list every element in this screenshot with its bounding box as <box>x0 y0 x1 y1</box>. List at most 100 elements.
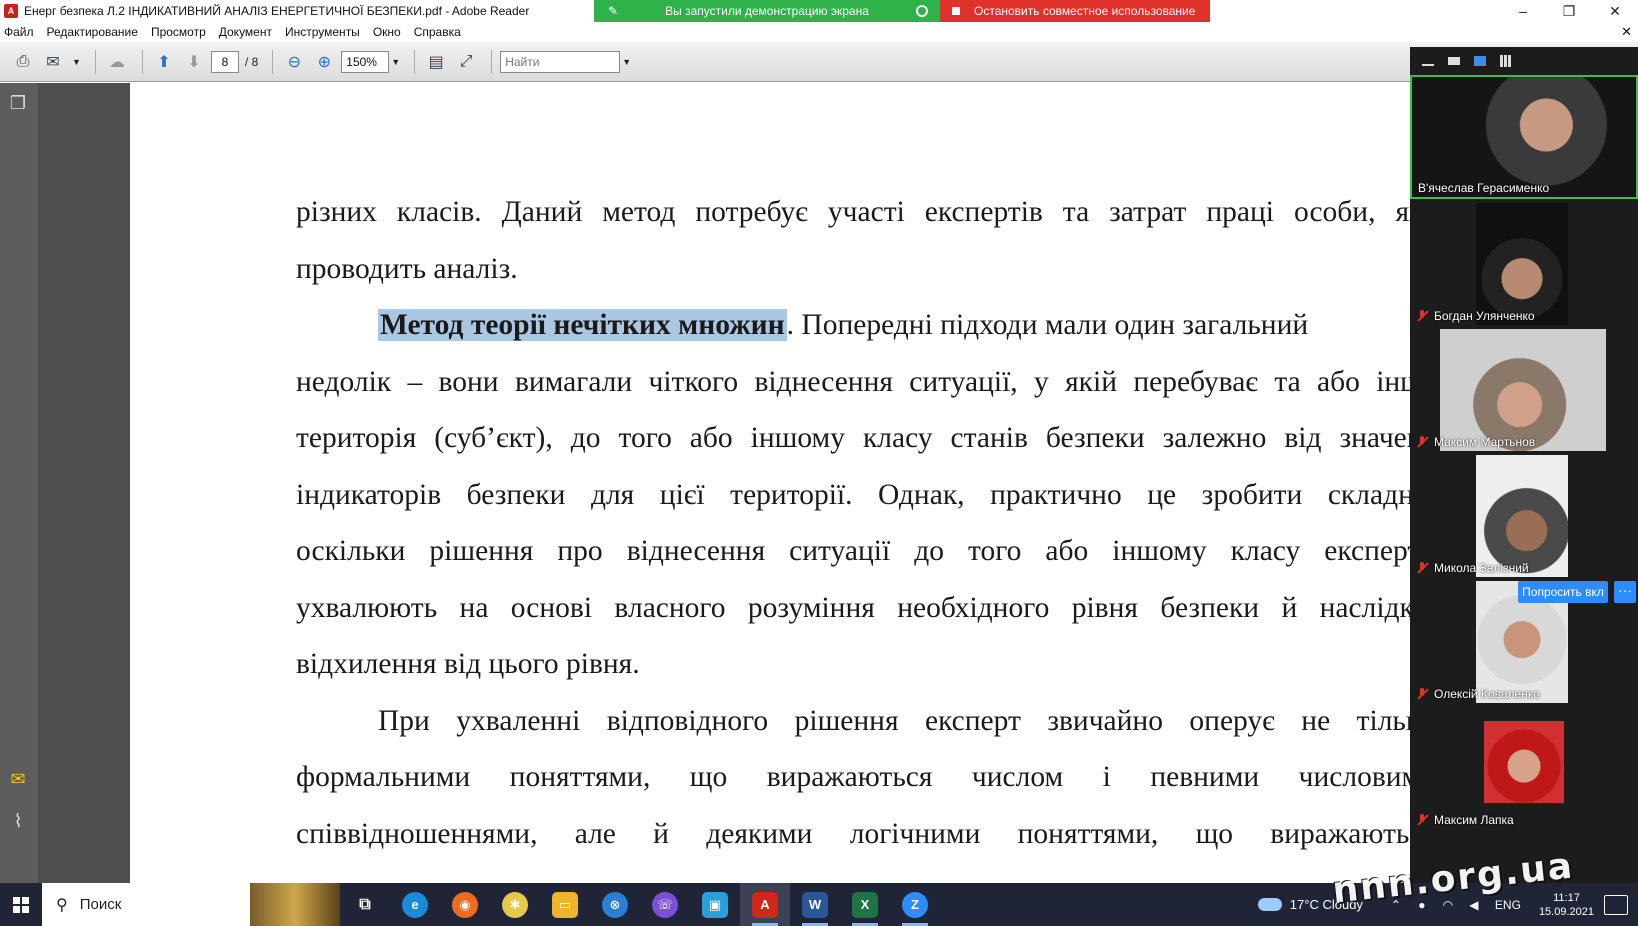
participant-tile[interactable]: Попросить вкл ··· Олексій Коваленко <box>1410 581 1638 703</box>
pages-icon[interactable]: ❐ <box>8 93 28 115</box>
participant-label: Максим Мартьнов <box>1416 435 1535 449</box>
notifications-icon[interactable] <box>1604 894 1628 915</box>
participant-name: В'ячеслав Герасименко <box>1418 181 1550 195</box>
participant-name: Олексій Коваленко <box>1434 687 1540 701</box>
adobe-reader-app[interactable]: A <box>740 883 790 926</box>
menu-view[interactable]: Просмотр <box>151 25 206 39</box>
highlighted-term[interactable]: Метод теорії нечітких множин <box>378 309 787 341</box>
text-line: недолік – вони вимагали чіткого віднесен… <box>296 365 1410 398</box>
excel-app[interactable]: X <box>840 883 890 926</box>
cloud-icon <box>1257 898 1282 911</box>
screen: A Енерг безпека Л.2 ІНДИКАТИВНИЙ АНАЛІЗ … <box>0 0 1638 926</box>
microphone-muted-icon <box>1416 436 1428 448</box>
participant-tile[interactable]: Богдан Улянченко <box>1410 203 1638 325</box>
close-document-icon[interactable]: ✕ <box>1621 24 1632 40</box>
zoom-level-input[interactable]: 150% <box>341 50 390 73</box>
volume-icon[interactable]: ◀ <box>1466 897 1482 913</box>
chevron-down-icon[interactable]: ▼ <box>391 57 400 67</box>
participant-label: В'ячеслав Герасименко <box>1418 181 1549 195</box>
zoom-app[interactable]: Z <box>890 883 940 926</box>
participant-tile[interactable]: В'ячеслав Герасименко <box>1410 75 1638 199</box>
edge-app[interactable]: e <box>390 883 440 926</box>
search-icon: ⚲ <box>56 896 68 914</box>
speaker-view-icon[interactable] <box>1474 56 1486 66</box>
acrobat-icon: A <box>752 891 778 918</box>
paint-icon: ✱ <box>502 891 528 918</box>
participant-label: Олексій Коваленко <box>1416 687 1540 701</box>
chevron-down-icon[interactable]: ▼ <box>622 57 631 67</box>
circle-app[interactable]: ⊗ <box>590 883 640 926</box>
page-total: / 8 <box>244 54 259 69</box>
firefox-app[interactable]: ◉ <box>440 883 490 926</box>
viber-app[interactable]: ☏ <box>640 883 690 926</box>
menu-help[interactable]: Справка <box>414 25 461 39</box>
page-number-input[interactable]: 8 <box>210 50 239 73</box>
edge-icon: e <box>402 891 428 918</box>
pinned-apps: ⧉ e ◉ ✱ ▭ ⊗ ☏ ▣ A W X Z <box>340 883 940 926</box>
excel-icon: X <box>852 891 878 918</box>
participant-name: Микола Залізний <box>1434 561 1529 575</box>
menu-tools[interactable]: Инструменты <box>285 25 360 39</box>
restore-icon[interactable]: ❐ <box>1546 0 1592 22</box>
navigation-panel: ❐ ✉ ⌇ <box>0 83 38 883</box>
more-options-button[interactable]: ··· <box>1614 581 1636 603</box>
zoom-panel-header <box>1410 47 1638 75</box>
participant-tile[interactable]: Микола Залізний <box>1410 455 1638 577</box>
folder-icon: ▭ <box>552 891 578 918</box>
find-input[interactable]: Найти <box>500 50 621 73</box>
explorer-app[interactable]: ▭ <box>540 883 590 926</box>
menu-window[interactable]: Окно <box>373 25 401 39</box>
stop-share-button[interactable]: Остановить совместное использование <box>940 0 1210 22</box>
toolbar-divider <box>94 49 96 74</box>
zoom-video-panel: В'ячеслав Герасименко Богдан Улянченко М… <box>1410 47 1638 883</box>
share-file-icon[interactable]: ✉ <box>40 49 66 75</box>
task-view-icon: ⧉ <box>359 895 371 913</box>
close-icon[interactable]: ✕ <box>1592 0 1638 22</box>
photos-app[interactable]: ▣ <box>690 883 740 926</box>
participant-label: Микола Залізний <box>1416 561 1529 575</box>
comment-icon[interactable]: ☁ <box>104 49 130 75</box>
language-indicator[interactable]: ENG <box>1495 898 1521 912</box>
minimize-icon[interactable]: – <box>1500 0 1546 22</box>
text-line: ухвалюють на основі власного розуміння н… <box>296 591 1410 624</box>
zoom-out-icon[interactable]: ⊖ <box>281 49 307 75</box>
print-icon[interactable]: ⎙ <box>10 49 36 75</box>
text-line: проводить аналіз. <box>296 252 518 285</box>
participant-label: Максим Лапка <box>1416 813 1514 827</box>
clock[interactable]: 11:17 15.09.2021 <box>1539 891 1594 919</box>
gallery-view-icon[interactable] <box>1500 55 1512 67</box>
comments-icon[interactable]: ✉ <box>8 769 28 791</box>
participant-tile[interactable]: Максим Мартьнов <box>1410 329 1638 451</box>
fit-width-icon[interactable]: ⤢ <box>453 49 479 75</box>
minimize-panel-icon[interactable] <box>1422 64 1434 66</box>
menu-edit[interactable]: Редактирование <box>47 25 138 39</box>
screen-share-banner: ✎ Вы запустили демонстрацию экрана <box>594 0 940 22</box>
participant-video <box>1412 77 1636 197</box>
menu-file[interactable]: Файл <box>4 25 34 39</box>
microphone-muted-icon <box>1416 562 1428 574</box>
fit-page-icon[interactable]: ▤ <box>423 49 449 75</box>
hide-video-icon[interactable] <box>1448 57 1460 65</box>
paint-app[interactable]: ✱ <box>490 883 540 926</box>
participant-label: Богдан Улянченко <box>1416 309 1535 323</box>
word-app[interactable]: W <box>790 883 840 926</box>
attachment-icon[interactable]: ⌇ <box>8 811 28 833</box>
text-line: різних класів. Даний метод потребує учас… <box>296 196 1410 228</box>
clock-time: 11:17 <box>1553 891 1580 904</box>
text-line: формальними поняттями, що виражаються чи… <box>296 761 1410 793</box>
chevron-down-icon[interactable]: ▼ <box>72 57 81 67</box>
menu-document[interactable]: Документ <box>219 25 272 39</box>
participant-tile[interactable]: Максим Лапка <box>1410 707 1638 829</box>
participant-video <box>1476 203 1568 325</box>
pen-icon[interactable]: ✎ <box>608 4 618 18</box>
taskbar-search[interactable]: ⚲ Поиск <box>42 883 250 926</box>
zoom-icon: Z <box>902 891 928 918</box>
next-page-icon[interactable]: ⬇ <box>181 49 207 75</box>
task-view-button[interactable]: ⧉ <box>340 883 390 926</box>
photos-icon: ▣ <box>702 891 728 918</box>
zoom-in-icon[interactable]: ⊕ <box>311 49 337 75</box>
ask-to-unmute-button[interactable]: Попросить вкл <box>1518 581 1608 603</box>
previous-page-icon[interactable]: ⬆ <box>151 49 177 75</box>
start-button[interactable] <box>0 883 42 926</box>
search-placeholder: Поиск <box>79 896 122 913</box>
